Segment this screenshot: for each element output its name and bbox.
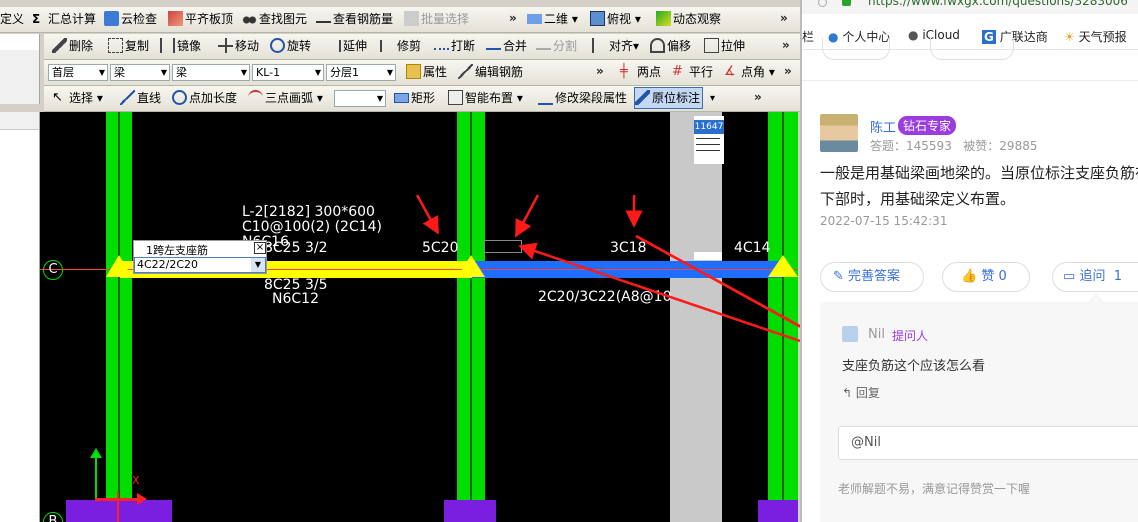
url-text[interactable]: https://www.fwxgx.com/questions/3283006 <box>868 0 1128 8</box>
apple-icon: ● <box>908 28 919 42</box>
prev-button-remnant <box>822 38 890 60</box>
answer-time: 2022-07-15 15:42:31 <box>820 214 948 228</box>
author-name[interactable]: 陈工 <box>870 117 896 136</box>
edit-icon: ✎ <box>833 269 844 284</box>
arrow-to-empty-box <box>514 194 540 238</box>
weather-icon: ☀ <box>1064 30 1075 44</box>
expert-badge: 钻石专家 <box>898 116 957 135</box>
arrow-to-5c20 <box>415 194 440 235</box>
followup-user[interactable]: Nil <box>868 327 885 342</box>
followup-button[interactable]: ▭ 追问 1 <box>1052 262 1138 292</box>
user-avatar-icon <box>842 326 858 342</box>
reply-link[interactable]: ↰ 回复 <box>842 384 880 401</box>
improve-answer-button[interactable]: ✎ 完善答案 <box>820 262 924 292</box>
reply-icon: ↰ <box>842 386 853 400</box>
like-button[interactable]: 👍 赞 0 <box>942 262 1030 292</box>
address-bar[interactable]: https://www.fwxgx.com/questions/3283006 <box>802 0 1138 14</box>
bookmarks-divider: 栏 <box>802 30 815 44</box>
asker-role: 提问人 <box>892 329 929 343</box>
followup-card: Nil 提问人 支座负筋这个应该怎么看 ↰ 回复 @Nil 老师解题不易，满意记… <box>820 302 1138 522</box>
card-divider <box>802 80 1138 81</box>
bookmark-weather[interactable]: ☀ 天气预报 <box>1064 28 1127 45</box>
appreciation-hint: 老师解题不易，满意记得赞赏一下喔 <box>838 482 1031 496</box>
page-info-icon[interactable] <box>818 0 827 7</box>
answer-text: 一般是用基础梁画地梁的。当原位标注支座负筋在下部时，用基础梁定义布置。 <box>820 164 1138 208</box>
author-stats: 答题：145593 被赞：29885 <box>870 139 1038 153</box>
avatar[interactable] <box>820 114 858 152</box>
reply-input-placeholder: @Nil <box>851 435 881 450</box>
lock-icon <box>842 0 851 6</box>
followup-question: 支座负筋这个应该怎么看 <box>842 359 986 374</box>
browser-window: https://www.fwxgx.com/questions/3283006 … <box>800 0 1138 522</box>
reply-input[interactable]: @Nil <box>838 426 1138 460</box>
followup-pointer <box>1088 292 1104 302</box>
prev-button-remnant <box>930 38 1014 60</box>
comment-icon: ▭ <box>1063 269 1076 284</box>
thumbs-up-icon: 👍 <box>961 269 978 284</box>
